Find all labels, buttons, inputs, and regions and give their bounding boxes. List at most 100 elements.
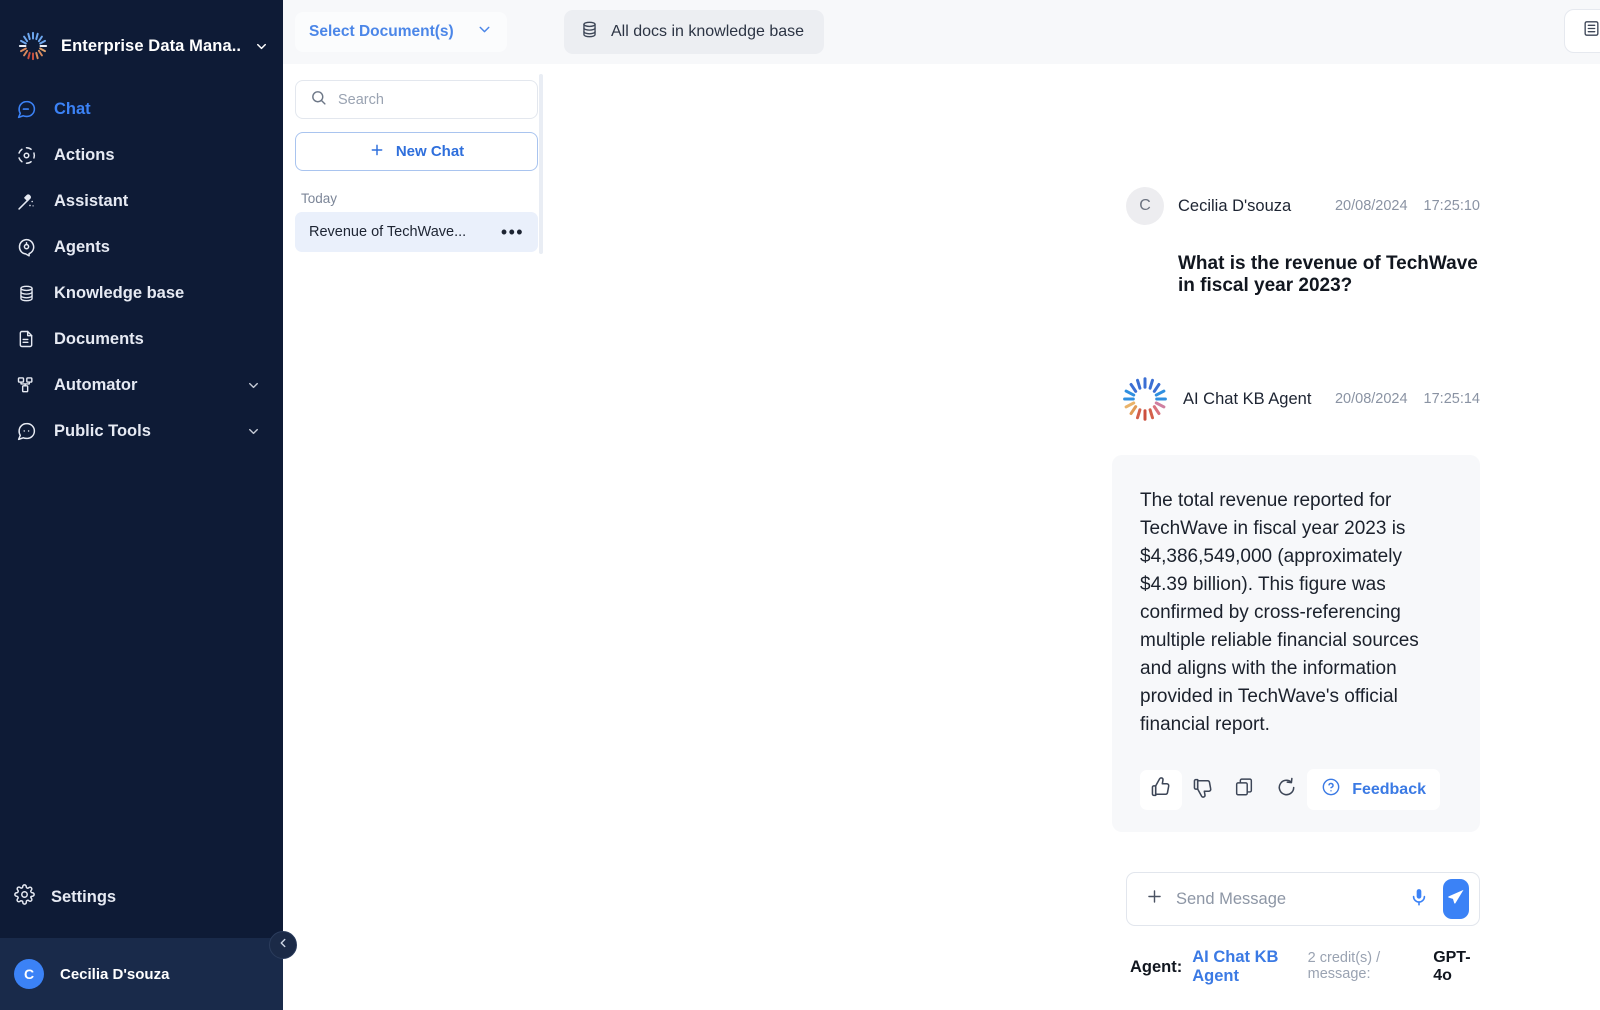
brand-name: Enterprise Data Mana.. (61, 36, 242, 55)
avatar: C (14, 959, 44, 989)
sidebar-item-label: Documents (54, 329, 144, 348)
send-paper-plane-icon (1446, 887, 1466, 912)
new-chat-button[interactable]: New Chat (295, 132, 538, 171)
chat-list-item-title: Revenue of TechWave... (309, 224, 467, 240)
main-header: All docs in knowledge base (550, 0, 1600, 64)
search-input[interactable] (338, 91, 523, 108)
footer-agent-label: Agent: (1130, 957, 1183, 976)
knowledge-panel-toggle-button[interactable] (1564, 9, 1600, 53)
brand-selector[interactable]: Enterprise Data Mana.. (0, 0, 283, 72)
plus-icon[interactable] (1145, 887, 1164, 911)
chevron-down-icon[interactable] (254, 39, 269, 54)
copy-button[interactable] (1224, 770, 1266, 810)
database-icon (14, 281, 38, 305)
sidebar-item-assistant[interactable]: Assistant (0, 178, 283, 224)
agent-head-icon (14, 235, 38, 259)
automator-nodes-icon (14, 373, 38, 397)
magic-wand-icon (14, 189, 38, 213)
sidebar-item-agents[interactable]: Agents (0, 224, 283, 270)
message-date: 20/08/2024 (1334, 391, 1408, 407)
refresh-icon (1275, 776, 1298, 804)
message-input[interactable] (1176, 889, 1396, 909)
sidebar-settings-label: Settings (51, 887, 117, 906)
sidebar-item-label: Assistant (54, 191, 129, 210)
chevron-down-icon (476, 21, 493, 43)
message-timestamp: 20/08/2024 17:25:14 (1335, 391, 1480, 407)
select-documents-label: Select Document(s) (309, 23, 454, 40)
ellipsis-icon[interactable]: ••• (501, 223, 524, 241)
public-tools-chat-icon (14, 419, 38, 443)
sidebar-nav: Chat Actions Assistant Agents Knowledge … (0, 86, 283, 454)
footer-model-info: 2 credit(s) / message: GPT-4o (1308, 949, 1480, 985)
knowledge-base-scope-label: All docs in knowledge base (611, 23, 805, 40)
thumbs-down-button[interactable] (1182, 770, 1224, 810)
conversation-thread: C Cecilia D'souza 20/08/2024 17:25:10 Wh… (550, 64, 1600, 832)
plus-icon (369, 142, 385, 162)
sidebar-item-documents[interactable]: Documents (0, 316, 283, 362)
sidebar-item-settings[interactable]: Settings (0, 874, 283, 920)
thumbs-up-icon (1149, 776, 1172, 804)
message-actions-bar: Feedback (1140, 769, 1440, 810)
sidebar-collapse-button[interactable] (269, 931, 297, 959)
search-box[interactable] (295, 80, 538, 119)
sidebar-item-label: Chat (54, 99, 91, 118)
knowledge-list-icon (1582, 19, 1600, 43)
chat-list-scrollbar[interactable] (539, 74, 543, 254)
message-composer[interactable] (1126, 872, 1480, 926)
footer-model-name: GPT-4o (1433, 949, 1471, 984)
sidebar-item-chat[interactable]: Chat (0, 86, 283, 132)
send-button[interactable] (1442, 879, 1469, 919)
sidebar-item-actions[interactable]: Actions (0, 132, 283, 178)
copy-icon (1233, 776, 1255, 803)
avatar: C (1126, 187, 1164, 225)
chevron-down-icon[interactable] (246, 378, 261, 393)
thumbs-up-button[interactable] (1140, 769, 1182, 810)
sunburst-logo-icon (18, 31, 48, 61)
footer-credits: 2 credit(s) / message: (1307, 950, 1381, 982)
composer-wrapper (550, 832, 1600, 926)
document-icon (14, 327, 38, 351)
select-documents-button[interactable]: Select Document(s) (295, 12, 507, 52)
chat-list-panel: Select Document(s) New Chat Today Revenu… (283, 0, 550, 1010)
sidebar-item-label: Public Tools (54, 421, 151, 440)
agent-message-bubble: The total revenue reported for TechWave … (1112, 455, 1480, 832)
chat-bubble-icon (14, 97, 38, 121)
sidebar: Enterprise Data Mana.. Chat Actions Assi… (0, 0, 297, 1010)
actions-gear-icon (14, 143, 38, 167)
footer-agent-name[interactable]: AI Chat KB Agent (1192, 948, 1307, 986)
gear-icon (14, 884, 35, 910)
microphone-button[interactable] (1408, 882, 1431, 916)
message-author: AI Chat KB Agent (1183, 389, 1312, 408)
chevron-down-icon[interactable] (246, 424, 261, 439)
composer-footer: Agent: AI Chat KB Agent 2 credit(s) / me… (550, 926, 1600, 1010)
message-author: Cecilia D'souza (1178, 196, 1292, 215)
message-time: 17:25:10 (1423, 198, 1480, 214)
chat-group-label: Today (301, 191, 338, 206)
regenerate-button[interactable] (1265, 770, 1307, 810)
microphone-icon (1409, 887, 1429, 912)
agent-message-header: AI Chat KB Agent 20/08/2024 17:25:14 (550, 375, 1600, 423)
sidebar-user-name: Cecilia D'souza (60, 965, 170, 983)
app-root: Enterprise Data Mana.. Chat Actions Assi… (0, 0, 1600, 1010)
sidebar-user-profile[interactable]: C Cecilia D'souza (0, 938, 283, 1010)
feedback-button[interactable]: Feedback (1307, 769, 1440, 810)
sidebar-item-label: Actions (54, 145, 115, 164)
search-icon (310, 89, 327, 111)
main-panel: All docs in knowledge base C Cecilia D's… (550, 0, 1600, 1010)
sunburst-logo-icon (1121, 375, 1169, 423)
sidebar-item-label: Knowledge base (54, 283, 185, 302)
sidebar-item-public-tools[interactable]: Public Tools (0, 408, 283, 454)
user-message-text: What is the revenue of TechWave in fisca… (1178, 253, 1478, 296)
user-message-header: C Cecilia D'souza 20/08/2024 17:25:10 (550, 187, 1600, 225)
sidebar-item-automator[interactable]: Automator (0, 362, 283, 408)
question-circle-icon (1321, 777, 1341, 802)
feedback-label: Feedback (1352, 780, 1426, 798)
agent-message-text: The total revenue reported for TechWave … (1140, 490, 1419, 735)
sidebar-item-label: Automator (54, 375, 138, 394)
chevron-left-icon (276, 936, 290, 955)
sidebar-item-knowledge-base[interactable]: Knowledge base (0, 270, 283, 316)
knowledge-base-scope-pill[interactable]: All docs in knowledge base (564, 10, 825, 54)
chat-list-item[interactable]: Revenue of TechWave... ••• (295, 212, 538, 252)
message-timestamp: 20/08/2024 17:25:10 (1335, 198, 1480, 214)
